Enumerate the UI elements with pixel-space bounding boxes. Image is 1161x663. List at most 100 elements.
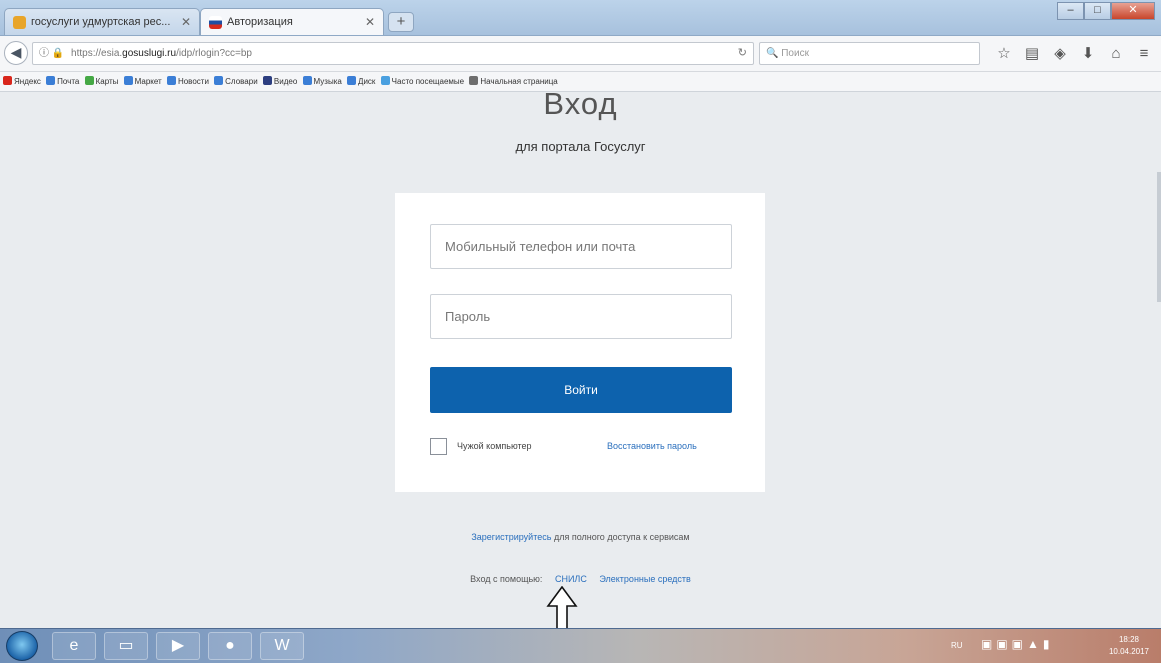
- windows-taskbar: e ▭ ▶ ● W RU ▣▣▣▲▮ 18:28 10.04.2017: [0, 628, 1161, 663]
- folder-icon: [347, 76, 357, 85]
- bookmark-start-page[interactable]: Начальная страница: [469, 72, 558, 91]
- bookmark-label: Карты: [95, 77, 119, 86]
- gosuslugi-flag-favicon-icon: [209, 16, 222, 29]
- clock[interactable]: 18:28 10.04.2017: [1109, 634, 1149, 658]
- search-input[interactable]: 🔍 Поиск: [759, 42, 980, 65]
- toolbar-icons: ☆ ▤ ◈ ⬇ ⌂ ≡: [990, 42, 1158, 66]
- globe-icon: [469, 76, 479, 85]
- bookmark-label: Диск: [358, 77, 376, 86]
- phone-placeholder: Мобильный телефон или почта: [445, 239, 636, 254]
- bookmark-yandex[interactable]: Яндекс: [3, 72, 41, 91]
- tab-close-icon[interactable]: ✕: [365, 9, 375, 35]
- tab-gosuslugi-udmurtia[interactable]: госуслуги удмуртская рес... ✕: [4, 8, 200, 35]
- media-player-icon[interactable]: ▶: [156, 632, 200, 660]
- vertical-scrollbar[interactable]: [1157, 172, 1161, 302]
- folder-icon: [46, 76, 56, 85]
- tab-label: госуслуги удмуртская рес...: [31, 16, 171, 28]
- info-icon[interactable]: ⓘ: [39, 48, 49, 59]
- folder-icon: [123, 76, 133, 85]
- login-button[interactable]: Войти: [430, 367, 732, 413]
- star-icon[interactable]: ☆: [990, 42, 1018, 66]
- bookmark-music[interactable]: Музыка: [302, 72, 342, 91]
- firefox-icon[interactable]: ●: [208, 632, 252, 660]
- bookmark-video[interactable]: Видео: [262, 72, 298, 91]
- url-host: gosuslugi.ru: [122, 48, 177, 59]
- password-input[interactable]: Пароль: [430, 294, 732, 339]
- bookmark-disk[interactable]: Диск: [347, 72, 375, 91]
- close-window-button[interactable]: ✕: [1111, 2, 1155, 20]
- bookmark-label: Часто посещаемые: [391, 77, 465, 86]
- password-placeholder: Пароль: [445, 309, 491, 324]
- arrow-left-icon: ◀: [10, 44, 22, 60]
- yandex-icon: [3, 76, 12, 85]
- maximize-button[interactable]: □: [1084, 2, 1111, 20]
- page-title: Вход: [543, 92, 618, 121]
- tab-label: Авторизация: [227, 16, 293, 28]
- foreign-computer-label: Чужой компьютер: [457, 441, 532, 451]
- address-bar[interactable]: ⓘ 🔒 https://esia.gosuslugi.ru/idp/rlogin…: [32, 42, 754, 65]
- alt-login-label: Вход с помощью:: [470, 574, 543, 584]
- minimize-button[interactable]: –: [1057, 2, 1084, 20]
- search-placeholder: Поиск: [781, 48, 809, 59]
- download-icon[interactable]: ⬇: [1074, 42, 1102, 66]
- register-link[interactable]: Зарегистрируйтесь: [471, 532, 551, 542]
- bookmark-label: Начальная страница: [480, 77, 558, 86]
- alternative-login-line: Вход с помощью: СНИЛС Электронные средст…: [0, 574, 1161, 584]
- explorer-icon[interactable]: ▭: [104, 632, 148, 660]
- bookmark-dictionaries[interactable]: Словари: [214, 72, 258, 91]
- folder-icon: [166, 76, 176, 85]
- lock-icon: 🔒: [51, 48, 65, 59]
- url-path: /idp/rlogin?cc=bp: [176, 48, 252, 59]
- word-icon[interactable]: W: [260, 632, 304, 660]
- recover-password-link[interactable]: Восстановить пароль: [607, 441, 697, 451]
- video-icon: [262, 76, 272, 85]
- pocket-icon[interactable]: ◈: [1046, 42, 1074, 66]
- plus-icon: +: [396, 13, 406, 30]
- url-prefix: https://esia.: [71, 48, 123, 59]
- tab-authorization[interactable]: Авторизация ✕: [200, 8, 384, 35]
- folder-icon: [84, 76, 94, 85]
- tray-icons[interactable]: ▣▣▣▲▮: [981, 637, 1054, 651]
- clipboard-icon[interactable]: ▤: [1018, 42, 1046, 66]
- snils-login-link[interactable]: СНИЛС: [555, 574, 587, 584]
- bookmark-label: Видео: [273, 77, 298, 86]
- home-icon[interactable]: ⌂: [1102, 42, 1130, 66]
- page-subtitle: для портала Госуслуг: [515, 139, 646, 154]
- bookmark-maps[interactable]: Карты: [84, 72, 119, 91]
- reload-icon[interactable]: ↻: [738, 43, 747, 64]
- folder-icon: [302, 76, 312, 85]
- register-line: Зарегистрируйтесь для полного доступа к …: [0, 532, 1161, 542]
- register-text: для полного доступа к сервисам: [551, 532, 690, 542]
- navigation-toolbar: ◀ ⓘ 🔒 https://esia.gosuslugi.ru/idp/rlog…: [0, 36, 1161, 72]
- tab-close-icon[interactable]: ✕: [181, 9, 191, 35]
- ie-icon[interactable]: e: [52, 632, 96, 660]
- page-content: Вход для портала Госуслуг Мобильный теле…: [0, 92, 1161, 628]
- bookmark-label: Словари: [225, 77, 258, 86]
- menu-icon[interactable]: ≡: [1130, 42, 1158, 66]
- electronic-means-login-link[interactable]: Электронные средств: [599, 574, 690, 584]
- phone-or-email-input[interactable]: Мобильный телефон или почта: [430, 224, 732, 269]
- bookmark-label: Яндекс: [14, 77, 41, 86]
- new-tab-button[interactable]: +: [388, 12, 414, 32]
- bookmark-label: Музыка: [313, 77, 342, 86]
- bookmarks-bar: Яндекс Почта Карты Маркет Новости Словар…: [0, 72, 1161, 92]
- bookmark-market[interactable]: Маркет: [123, 72, 162, 91]
- clock-time: 18:28: [1118, 635, 1139, 644]
- clock-date: 10.04.2017: [1108, 647, 1149, 656]
- foreign-computer-checkbox[interactable]: [430, 438, 447, 455]
- bookmark-most-visited[interactable]: Часто посещаемые: [380, 72, 465, 91]
- gear-icon: [380, 76, 390, 85]
- folder-icon: [214, 76, 224, 85]
- bookmark-label: Почта: [57, 77, 80, 86]
- login-form-card: Мобильный телефон или почта Пароль Войти…: [395, 193, 765, 492]
- bookmark-mail[interactable]: Почта: [46, 72, 79, 91]
- bookmark-news[interactable]: Новости: [166, 72, 209, 91]
- bookmark-label: Маркет: [134, 77, 162, 86]
- search-icon: 🔍: [766, 48, 779, 59]
- gosuslugi-favicon-icon: [13, 16, 26, 29]
- window-controls: – □ ✕: [1057, 2, 1155, 20]
- back-button[interactable]: ◀: [4, 41, 28, 65]
- language-indicator[interactable]: RU: [951, 641, 963, 650]
- start-button-icon[interactable]: [6, 631, 38, 661]
- browser-titlebar: госуслуги удмуртская рес... ✕ Авторизаци…: [0, 0, 1161, 36]
